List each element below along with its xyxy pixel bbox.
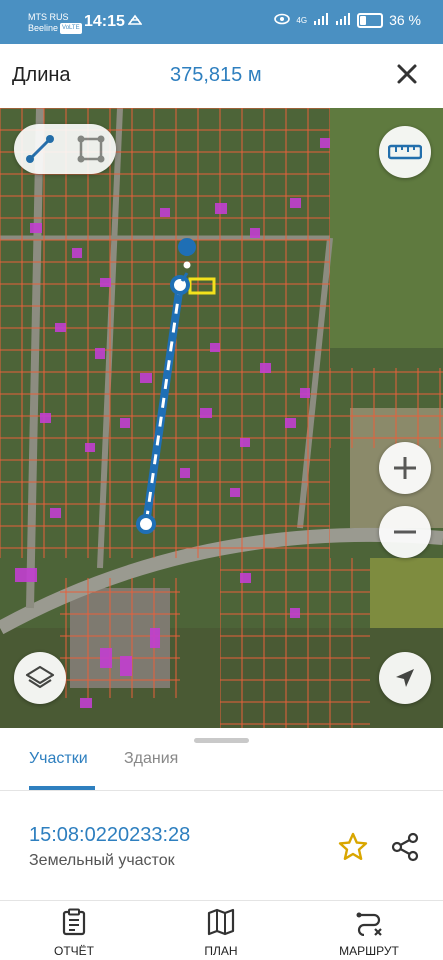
share-icon [391, 832, 419, 862]
eye-icon [274, 12, 291, 28]
star-icon [338, 832, 368, 860]
drag-handle[interactable] [194, 738, 249, 743]
area-measure-icon[interactable] [71, 129, 111, 169]
route-icon [356, 912, 382, 936]
active-tab-indicator [29, 786, 95, 790]
status-time: 14:15 [84, 13, 125, 30]
measure-title: Длина [12, 64, 71, 86]
volte-badge: VoLTE [60, 23, 82, 35]
nav-report[interactable]: ОТЧЁТ [19, 908, 129, 958]
map-view[interactable] [0, 108, 443, 728]
carrier-1: MTS RUS [28, 12, 69, 22]
ruler-icon [388, 144, 422, 160]
info-panel: Участки Здания 15:08:0220233:28 Земельны… [0, 728, 443, 960]
locate-button[interactable] [379, 652, 431, 704]
dnd-icon [127, 14, 143, 30]
network-type: 4G [296, 15, 308, 25]
measure-tool-toggle[interactable] [14, 124, 116, 174]
map-plan-icon [207, 908, 235, 936]
close-icon [397, 64, 417, 84]
minus-icon [394, 530, 416, 534]
bottom-navigation: ОТЧЁТ ПЛАН МАРШРУТ [0, 900, 443, 960]
carrier-info: MTS RUS Beeline VoLTE [28, 12, 82, 35]
navigation-arrow-icon [396, 669, 414, 687]
signal-icon-2 [335, 12, 351, 28]
satellite-map[interactable] [0, 108, 443, 728]
battery-percent: 36 % [389, 12, 421, 28]
carrier-2: Beeline [28, 23, 59, 33]
report-icon [62, 908, 86, 936]
ruler-button[interactable] [379, 126, 431, 178]
close-button[interactable] [393, 60, 421, 88]
plus-icon [394, 457, 416, 479]
nav-plan-label: ПЛАН [204, 944, 238, 958]
zoom-out-button[interactable] [379, 506, 431, 558]
tab-buildings[interactable]: Здания [124, 750, 178, 768]
measure-header: Длина 375,815 м [0, 44, 443, 108]
parcel-type: Земельный участок [29, 852, 175, 869]
layers-icon [25, 665, 55, 689]
tab-parcels[interactable]: Участки [29, 750, 88, 768]
nav-route[interactable]: МАРШРУТ [314, 908, 424, 958]
measure-value: 375,815 м [170, 64, 262, 86]
line-measure-icon[interactable] [20, 129, 60, 169]
share-button[interactable] [390, 832, 420, 862]
parcel-cadastral-number[interactable]: 15:08:0220233:28 [29, 824, 190, 847]
nav-plan[interactable]: ПЛАН [166, 908, 276, 958]
status-bar: MTS RUS Beeline VoLTE 14:15 4G 36 % [0, 0, 443, 44]
favorite-button[interactable] [338, 832, 368, 862]
signal-icon [313, 12, 329, 28]
nav-route-label: МАРШРУТ [339, 944, 399, 958]
battery-icon [357, 12, 384, 28]
status-right: 4G 36 % [274, 12, 421, 28]
tab-bar: Участки Здания [0, 746, 443, 791]
layers-button[interactable] [14, 652, 66, 704]
zoom-in-button[interactable] [379, 442, 431, 494]
nav-report-label: ОТЧЁТ [53, 944, 94, 958]
